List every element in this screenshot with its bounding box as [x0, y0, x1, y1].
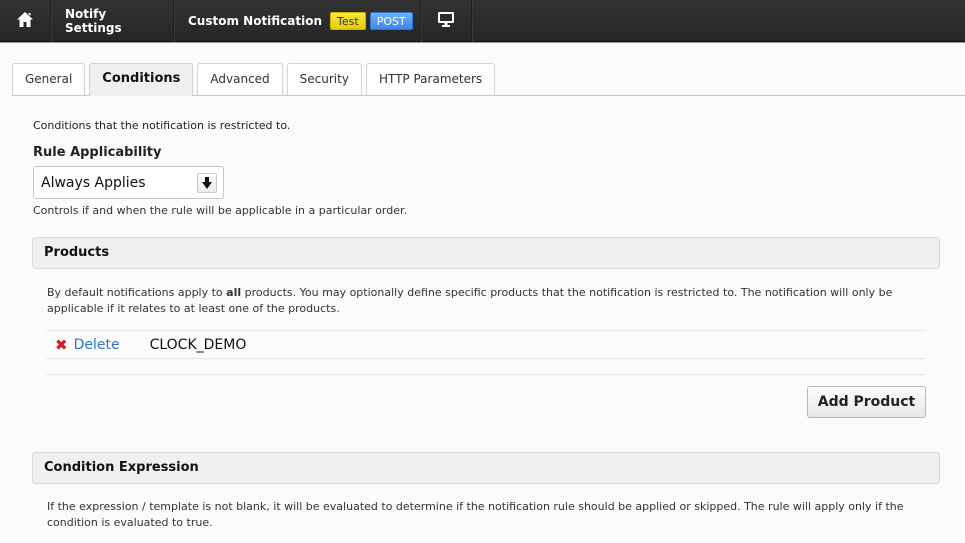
conditions-intro: Conditions that the notification is rest…	[33, 119, 291, 132]
delete-product-link[interactable]: ✖ Delete	[55, 336, 120, 354]
rule-applicability-help: Controls if and when the rule will be ap…	[33, 204, 408, 217]
rule-applicability-value: Always Applies	[41, 174, 146, 191]
post-badge: POST	[369, 12, 413, 30]
delete-x-icon: ✖	[55, 335, 68, 354]
tab-advanced[interactable]: Advanced	[197, 63, 283, 95]
product-name: CLOCK_DEMO	[149, 336, 247, 353]
nav-notify-settings[interactable]: Notify Settings	[51, 0, 174, 42]
tab-bar: General Conditions Advanced Security HTT…	[12, 63, 965, 96]
rule-applicability-label: Rule Applicability	[33, 145, 162, 160]
preview-button[interactable]	[421, 0, 472, 42]
delete-label: Delete	[73, 336, 120, 353]
add-product-button[interactable]: Add Product	[807, 386, 926, 418]
tab-security[interactable]: Security	[286, 63, 362, 95]
monitor-icon	[437, 11, 455, 31]
products-section-header: Products	[32, 237, 940, 269]
products-divider	[46, 374, 926, 375]
condition-expression-header: Condition Expression	[32, 452, 940, 484]
tab-general[interactable]: General	[12, 63, 86, 95]
condition-expression-description: If the expression / template is not blan…	[47, 500, 904, 529]
nav-custom-notification[interactable]: Custom Notification Test POST	[174, 0, 421, 42]
top-navbar: Notify Settings Custom Notification Test…	[0, 0, 965, 42]
tab-http-parameters[interactable]: HTTP Parameters	[365, 63, 496, 95]
nav-custom-notification-label: Custom Notification	[188, 14, 323, 28]
nav-notify-settings-label: Notify Settings	[65, 7, 122, 35]
home-button[interactable]	[0, 0, 51, 42]
rule-applicability-select[interactable]: Always Applies	[33, 166, 224, 199]
test-badge[interactable]: Test	[330, 12, 366, 30]
home-icon	[16, 11, 34, 31]
tab-conditions[interactable]: Conditions	[89, 63, 194, 96]
products-description: By default notifications apply to all pr…	[47, 286, 893, 315]
product-row: ✖ Delete CLOCK_DEMO	[46, 330, 926, 359]
arrow-down-icon	[197, 172, 217, 193]
